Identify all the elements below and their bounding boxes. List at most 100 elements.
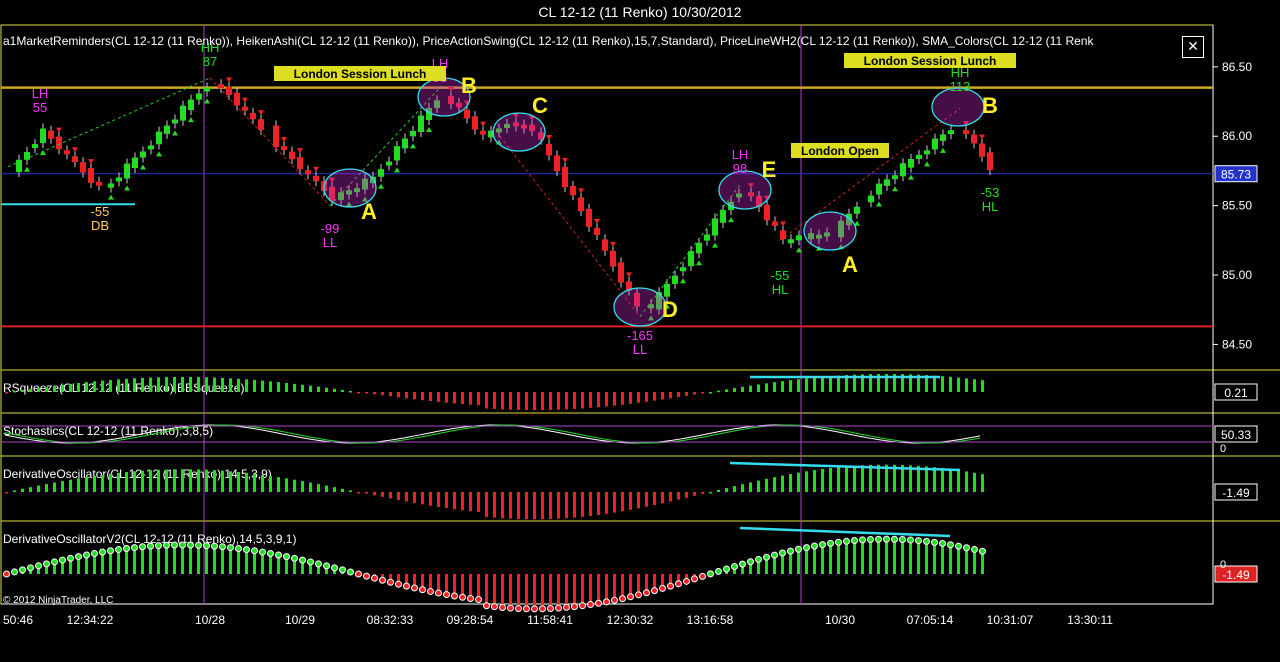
histogram-bar <box>445 492 448 509</box>
histogram-bar <box>309 482 312 492</box>
histogram-bar <box>509 574 512 609</box>
histogram-bar <box>805 378 808 392</box>
histogram-bar <box>477 574 480 600</box>
histogram-bar <box>733 388 736 392</box>
osc-dot <box>291 554 298 562</box>
osc-dot <box>787 547 794 555</box>
histogram-bar <box>205 545 208 574</box>
histogram-bar <box>525 574 528 609</box>
candle <box>892 175 898 180</box>
osc-dot <box>171 541 178 549</box>
osc-dot <box>979 547 986 555</box>
osc-dot <box>195 541 202 549</box>
candle <box>156 131 162 145</box>
candle <box>963 130 969 135</box>
osc-dot <box>451 592 458 600</box>
osc-dot <box>91 549 98 557</box>
histogram-bar <box>373 392 376 395</box>
candle <box>305 170 311 175</box>
histogram-bar <box>493 392 496 409</box>
histogram-bar <box>685 392 688 396</box>
candle <box>788 239 794 244</box>
swing-marker <box>394 167 400 173</box>
osc-dot <box>483 602 490 610</box>
osc-dot <box>235 545 242 553</box>
histogram-bar <box>133 471 136 492</box>
swing-marker <box>546 135 552 141</box>
histogram-bar <box>413 492 416 503</box>
histogram-bar <box>413 392 416 400</box>
histogram-bar <box>189 469 192 492</box>
histogram-bar <box>501 492 504 519</box>
histogram-bar <box>893 539 896 574</box>
swing-value-label: 113 <box>950 79 971 94</box>
x-tick-label: 10/30 <box>825 613 855 627</box>
histogram-bar <box>669 392 672 399</box>
swing-marker <box>610 241 616 247</box>
candle <box>987 152 993 171</box>
histogram-bar <box>821 544 824 574</box>
pattern-label: B <box>461 73 477 98</box>
candle <box>48 130 54 139</box>
candle <box>96 181 102 186</box>
histogram-bar <box>213 470 216 492</box>
pattern-label: B <box>982 93 998 118</box>
x-tick-label: 09:28:54 <box>447 613 494 627</box>
osc-dot <box>811 542 818 550</box>
pattern-circle <box>803 211 857 251</box>
histogram-bar <box>789 380 792 392</box>
close-icon[interactable]: ✕ <box>1182 36 1204 58</box>
histogram-bar <box>381 392 384 396</box>
candle <box>172 119 178 124</box>
histogram-bar <box>797 549 800 574</box>
histogram-bar <box>389 492 392 499</box>
histogram-bar <box>781 381 784 392</box>
histogram-bar <box>565 392 568 410</box>
swing-value-label: -53 <box>981 185 1000 200</box>
candle <box>764 204 770 221</box>
histogram-bar <box>525 392 528 411</box>
histogram-bar <box>365 392 368 394</box>
histogram-bar <box>29 388 32 392</box>
histogram-bar <box>981 380 984 392</box>
histogram-bar <box>77 382 80 392</box>
histogram-bar <box>677 492 680 500</box>
histogram-bar <box>253 473 256 492</box>
y-tick-label: 85.00 <box>1222 268 1252 282</box>
histogram-bar <box>189 376 192 392</box>
histogram-bar <box>437 492 440 507</box>
x-tick-label: 50:46 <box>3 613 33 627</box>
candle <box>664 283 670 297</box>
swing-marker <box>88 159 94 165</box>
swing-marker <box>226 77 232 83</box>
session-label: London Session Lunch <box>294 67 427 81</box>
candle <box>258 119 264 130</box>
candle <box>908 159 914 168</box>
histogram-bar <box>173 469 176 492</box>
osc-dot <box>803 544 810 552</box>
osc-dot <box>403 582 410 590</box>
histogram-bar <box>789 474 792 492</box>
histogram-bar <box>285 478 288 492</box>
osc-dot <box>315 560 322 568</box>
histogram-bar <box>965 378 968 392</box>
swing-marker <box>908 174 914 180</box>
candle <box>884 179 890 186</box>
histogram-bar <box>853 540 856 574</box>
histogram-bar <box>253 379 256 392</box>
histogram-bar <box>397 392 400 398</box>
candle <box>116 177 122 182</box>
osc-dot <box>499 603 506 611</box>
histogram-bar <box>125 548 128 574</box>
histogram-bar <box>949 376 952 392</box>
histogram-bar <box>661 392 664 400</box>
osc-dot <box>699 572 706 580</box>
histogram-bar <box>21 389 24 392</box>
osc-dot <box>139 543 146 551</box>
histogram-bar <box>589 392 592 408</box>
histogram-bar <box>797 379 800 392</box>
swing-marker <box>297 148 303 154</box>
osc-dot <box>611 596 618 604</box>
chart-canvas[interactable]: 86.5086.0085.5085.0084.50ABCDEABLH55HH87… <box>0 0 1280 662</box>
osc-dot <box>331 564 338 572</box>
